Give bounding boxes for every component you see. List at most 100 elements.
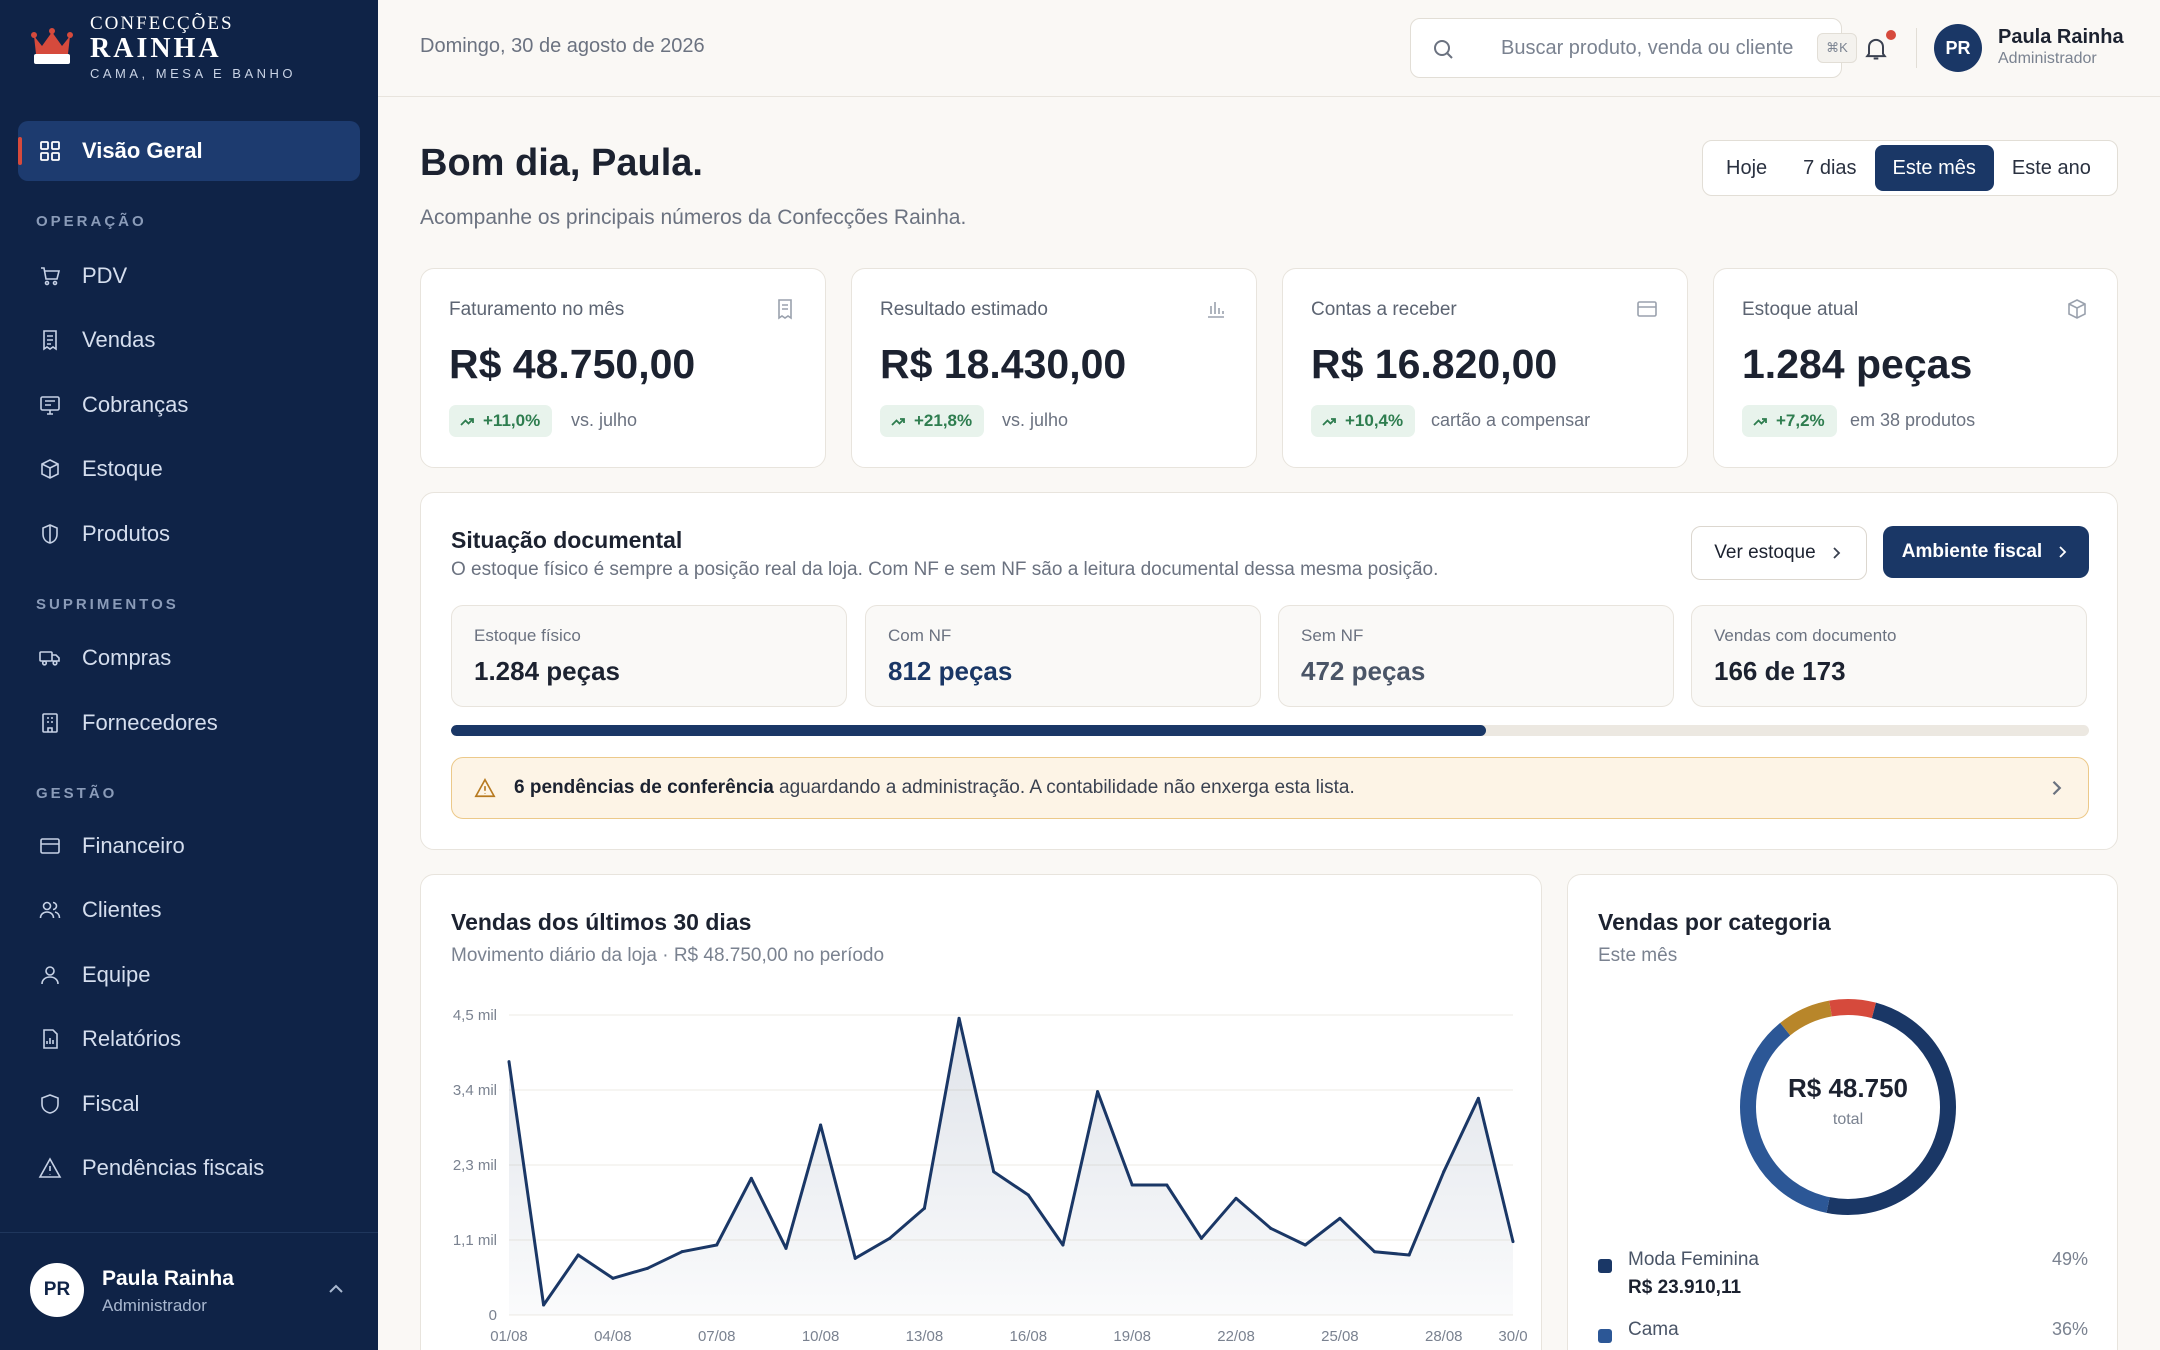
sidebar-item-estoque[interactable]: Estoque xyxy=(18,439,360,499)
period-option-este-mes[interactable]: Este mês xyxy=(1874,145,1994,191)
sidebar-item-equipe[interactable]: Equipe xyxy=(18,945,360,1005)
nav-section-operacao: OPERAÇÃO xyxy=(36,213,147,230)
sidebar-item-fiscal[interactable]: Fiscal xyxy=(18,1074,360,1134)
kpi-card-faturamento: Faturamento no mês R$ 48.750,00 +11,0% v… xyxy=(420,268,826,468)
nf-progress-fill xyxy=(451,725,1487,736)
kpi-delta-badge: +11,0% xyxy=(449,405,553,437)
donut-slice xyxy=(1740,999,1956,1215)
stat-value: 472 peças xyxy=(1301,656,1426,686)
stat-vendas-documento: Vendas com documento 166 de 173 xyxy=(1691,605,2087,707)
kpi-card-contas-receber: Contas a receber R$ 16.820,00 +10,4% car… xyxy=(1282,268,1688,468)
data-point xyxy=(1096,1090,1100,1094)
user-name: Paula Rainha xyxy=(1998,26,2124,48)
sidebar-item-label: Produtos xyxy=(82,521,171,546)
page-subtitle: Acompanhe os principais números da Confe… xyxy=(420,206,967,229)
category-percent: 36% xyxy=(2051,1319,2088,1339)
sidebar-item-financeiro[interactable]: Financeiro xyxy=(18,816,360,876)
top-bar: Domingo, 30 de agosto de 2026 Buscar pro… xyxy=(378,0,2160,97)
kpi-note: vs. julho xyxy=(1002,410,1069,430)
chevron-right-icon xyxy=(2052,780,2062,796)
sidebar-item-produtos[interactable]: Produtos xyxy=(18,504,360,564)
sidebar-user-card[interactable]: PR Paula Rainha Administrador xyxy=(0,1232,378,1350)
view-stock-button[interactable]: Ver estoque xyxy=(1691,526,1867,580)
wallet-icon xyxy=(40,838,60,854)
sidebar-item-clientes[interactable]: Clientes xyxy=(18,880,360,940)
sidebar-item-pdv[interactable]: PDV xyxy=(18,246,360,306)
kpi-value: R$ 48.750,00 xyxy=(449,341,696,387)
kpi-delta-value: +11,0% xyxy=(483,411,541,430)
grid-icon xyxy=(40,141,60,161)
data-point xyxy=(1130,1183,1134,1187)
sidebar-item-cobrancas[interactable]: Cobranças xyxy=(18,375,360,435)
notification-dot xyxy=(1886,30,1896,40)
data-point xyxy=(611,1276,615,1280)
data-point xyxy=(1061,1243,1065,1247)
stat-estoque-fisico: Estoque físico 1.284 peças xyxy=(451,605,847,707)
data-point xyxy=(1026,1193,1030,1197)
data-point xyxy=(1373,1250,1377,1254)
kpi-label: Estoque atual xyxy=(1742,299,1859,320)
button-label: Ambiente fiscal xyxy=(1901,541,2043,562)
stat-label: Sem NF xyxy=(1301,626,1364,645)
y-tick-label: 1,1 mil xyxy=(453,1232,497,1249)
kpi-value: R$ 18.430,00 xyxy=(880,341,1127,387)
kpi-card-resultado: Resultado estimado R$ 18.430,00 +21,8% v… xyxy=(851,268,1257,468)
x-tick-label: 28/08 xyxy=(1425,1328,1463,1345)
period-option-hoje[interactable]: Hoje xyxy=(1708,145,1785,191)
user-role: Administrador xyxy=(102,1296,207,1315)
sidebar-item-label: Cobranças xyxy=(82,392,189,417)
data-point xyxy=(992,1170,996,1174)
period-option-7-dias[interactable]: 7 dias xyxy=(1785,145,1874,191)
stat-value: 166 de 173 xyxy=(1714,656,1846,686)
data-point xyxy=(1338,1216,1342,1220)
chart-title: Vendas dos últimos 30 dias xyxy=(451,909,752,935)
section-subtitle: O estoque físico é sempre a posição real… xyxy=(451,559,1439,580)
data-point xyxy=(542,1303,546,1307)
category-donut: R$ 48.750 total xyxy=(1728,987,1968,1227)
search-placeholder: Buscar produto, venda ou cliente xyxy=(1501,37,1794,59)
chevron-up-icon[interactable] xyxy=(324,1277,348,1301)
data-point xyxy=(1407,1253,1411,1257)
kpi-label: Resultado estimado xyxy=(880,299,1048,320)
y-tick-label: 0 xyxy=(489,1307,497,1324)
sidebar-item-visao-geral[interactable]: Visão Geral xyxy=(18,121,360,181)
sidebar-item-fornecedores[interactable]: Fornecedores xyxy=(18,693,360,753)
sidebar-item-pendencias-fiscais[interactable]: Pendências fiscais xyxy=(18,1138,360,1198)
alert-message: aguardando a administração. A contabilid… xyxy=(773,777,1355,798)
section-title: Situação documental xyxy=(451,527,683,553)
stat-label: Estoque físico xyxy=(474,626,581,645)
tag-icon xyxy=(42,524,58,544)
sidebar-item-label: Fiscal xyxy=(82,1091,140,1116)
data-point xyxy=(1165,1183,1169,1187)
fiscal-environment-button[interactable]: Ambiente fiscal xyxy=(1883,526,2089,578)
data-point xyxy=(853,1256,857,1260)
shield-icon xyxy=(41,1094,59,1114)
kpi-note: cartão a compensar xyxy=(1431,410,1591,430)
kpi-delta-badge: +21,8% xyxy=(880,405,985,437)
sidebar-item-vendas[interactable]: Vendas xyxy=(18,310,360,370)
x-tick-label: 13/08 xyxy=(906,1328,944,1345)
sales-line-chart: 0 1,1 mil 2,3 mil 3,4 mil 4,5 mil 01/08 04/08 0… xyxy=(453,1007,1528,1345)
receipt-icon xyxy=(778,299,792,320)
data-point xyxy=(1303,1243,1307,1247)
stat-label: Com NF xyxy=(888,626,952,645)
period-option-este-ano[interactable]: Este ano xyxy=(1994,145,2109,191)
bell-icon[interactable] xyxy=(1862,34,1890,62)
data-point xyxy=(576,1253,580,1257)
sidebar-item-compras[interactable]: Compras xyxy=(18,628,360,688)
avatar[interactable]: PR xyxy=(1934,24,1982,72)
current-date: Domingo, 30 de agosto de 2026 xyxy=(420,35,705,57)
data-point xyxy=(715,1243,719,1247)
page-title: Bom dia, Paula. xyxy=(420,142,703,184)
pending-alert[interactable]: 6 pendências de conferência aguardando a… xyxy=(451,757,2089,819)
category-card: Vendas por categoria Este mês R$ 48.750 … xyxy=(1567,874,2118,1350)
chevron-right-icon xyxy=(2059,546,2067,558)
search-input[interactable]: Buscar produto, venda ou cliente ⌘K xyxy=(1410,18,1857,78)
brand-logo[interactable]: CONFECÇÕES RAINHA CAMA, MESA E BANHO xyxy=(30,14,296,83)
donut-slice xyxy=(1740,999,1956,1215)
avatar: PR xyxy=(30,1263,84,1317)
divider xyxy=(1916,28,1917,68)
x-tick-label: 10/08 xyxy=(802,1328,840,1345)
sidebar-item-relatorios[interactable]: Relatórios xyxy=(18,1009,360,1069)
kpi-delta-value: +10,4% xyxy=(1345,411,1404,430)
